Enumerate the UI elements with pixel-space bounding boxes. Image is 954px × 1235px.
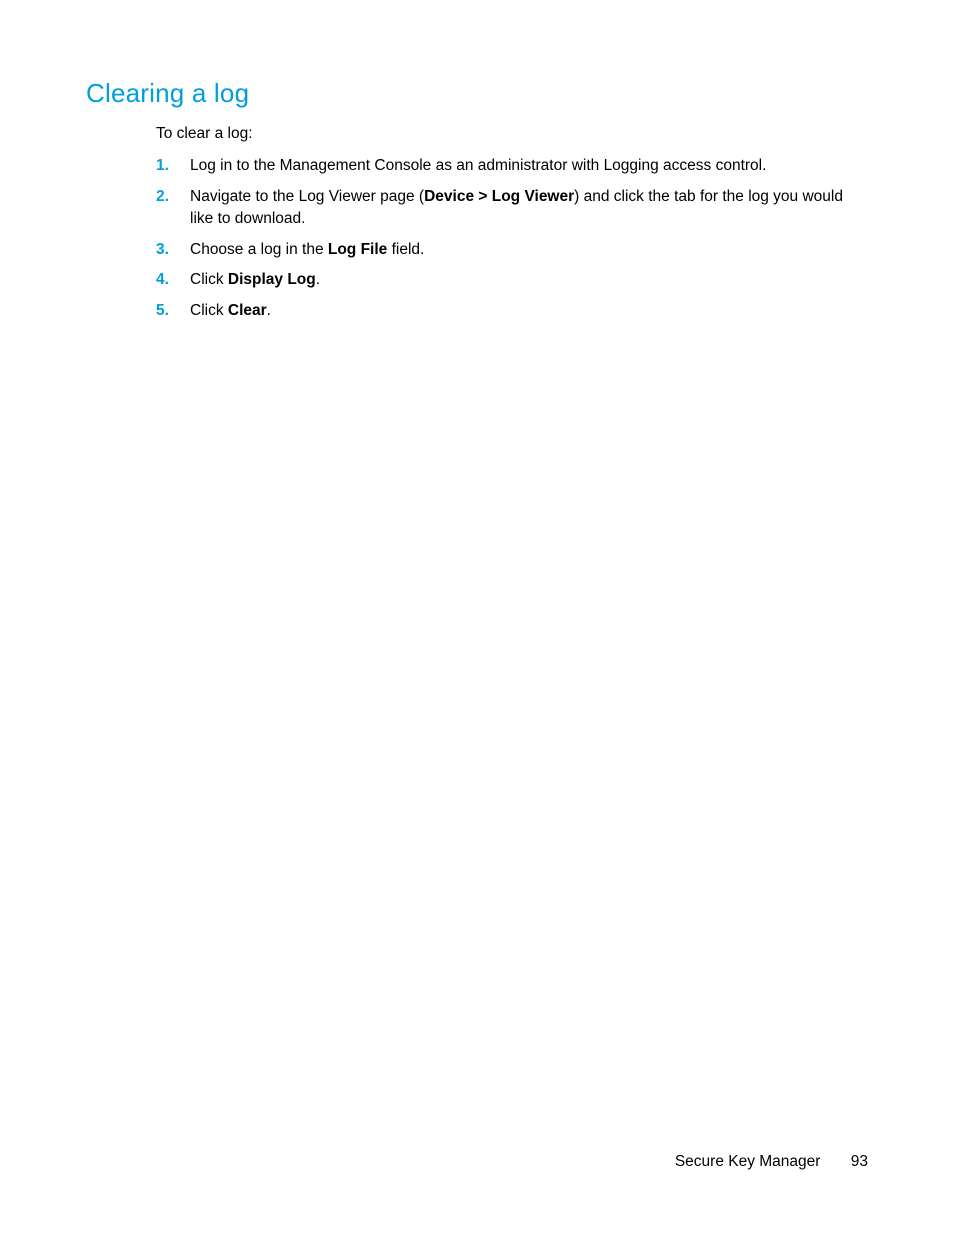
step-text: Navigate to the Log Viewer page ( [190,188,424,205]
step-item: 3. Choose a log in the Log File field. [156,239,868,261]
footer-title: Secure Key Manager [675,1153,821,1170]
step-number: 1. [156,155,182,177]
step-text: Choose a log in the [190,241,328,258]
section-heading: Clearing a log [86,78,868,109]
step-text: Log in to the Management Console as an a… [190,157,766,174]
step-text-bold: Clear [228,302,267,319]
step-text: Click [190,271,228,288]
step-text: Click [190,302,228,319]
step-item: 4. Click Display Log. [156,269,868,291]
step-text: . [267,302,271,319]
step-number: 4. [156,269,182,291]
step-text: field. [387,241,424,258]
step-item: 1. Log in to the Management Console as an… [156,155,868,177]
intro-text: To clear a log: [156,123,868,145]
step-text: . [316,271,320,288]
step-item: 2. Navigate to the Log Viewer page (Devic… [156,186,868,231]
footer-page-number: 93 [851,1153,868,1170]
step-item: 5. Click Clear. [156,300,868,322]
step-list: 1. Log in to the Management Console as an… [156,155,868,322]
step-number: 5. [156,300,182,322]
step-text-bold: Log File [328,241,387,258]
step-number: 2. [156,186,182,208]
step-text-bold: Display Log [228,271,316,288]
page-footer: Secure Key Manager 93 [675,1153,868,1171]
document-page: Clearing a log To clear a log: 1. Log in … [0,0,954,1235]
step-number: 3. [156,239,182,261]
step-text-bold: Device > Log Viewer [424,188,574,205]
